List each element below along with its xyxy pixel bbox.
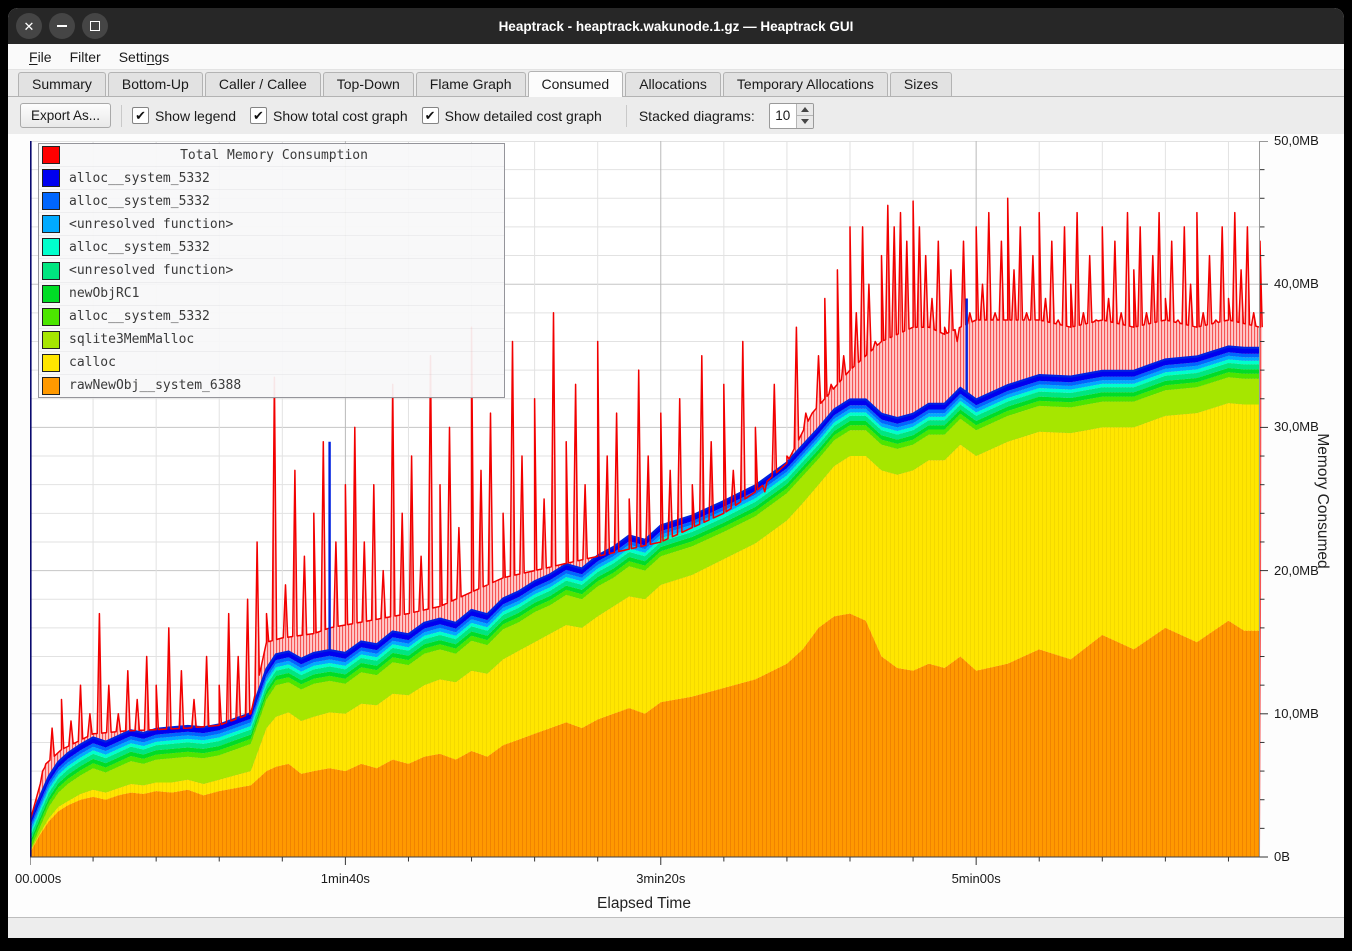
- minimize-icon: [57, 25, 67, 27]
- checkmark-icon: ✔: [250, 107, 267, 124]
- legend-label: Total Memory Consumption: [69, 148, 479, 163]
- legend-label: alloc__system_5332: [69, 309, 210, 324]
- stacked-diagrams-label: Stacked diagrams:: [639, 108, 755, 124]
- legend-swatch: [42, 377, 60, 395]
- legend-item: calloc: [39, 352, 504, 375]
- legend-item: <unresolved function>: [39, 259, 504, 282]
- checkmark-icon: ✔: [422, 107, 439, 124]
- legend-swatch: [42, 308, 60, 326]
- legend-item: sqlite3MemMalloc: [39, 329, 504, 352]
- show-legend-checkbox[interactable]: ✔ Show legend: [132, 107, 236, 124]
- spin-down-icon: [801, 119, 809, 124]
- legend-swatch: [42, 262, 60, 280]
- legend-swatch: [42, 331, 60, 349]
- legend-swatch: [42, 238, 60, 256]
- tab-top-down[interactable]: Top-Down: [323, 72, 414, 96]
- tab-sizes[interactable]: Sizes: [890, 72, 952, 96]
- spin-down-button[interactable]: [797, 116, 813, 128]
- checkbox-label: Show total cost graph: [273, 108, 408, 124]
- legend-label: <unresolved function>: [69, 217, 233, 232]
- y-axis-title: Memory Consumed: [1313, 433, 1331, 568]
- stacked-diagrams-spinbox[interactable]: 10: [769, 103, 814, 129]
- stacked-diagrams-value: 10: [770, 104, 796, 128]
- chart-legend: Total Memory Consumption alloc__system_53…: [38, 143, 505, 398]
- tab-allocations[interactable]: Allocations: [625, 72, 721, 96]
- tab-bar: SummaryBottom-UpCaller / CalleeTop-DownF…: [8, 70, 1344, 97]
- titlebar: Heaptrack - heaptrack.wakunode.1.gz — He…: [8, 8, 1344, 44]
- legend-swatch: [42, 192, 60, 210]
- tab-consumed[interactable]: Consumed: [528, 71, 624, 97]
- toolbar-separator: [121, 105, 122, 127]
- legend-label: alloc__system_5332: [69, 171, 210, 186]
- maximize-icon: [90, 21, 100, 31]
- minimize-button[interactable]: [49, 13, 75, 39]
- legend-label: rawNewObj__system_6388: [69, 378, 241, 393]
- maximize-button[interactable]: [82, 13, 108, 39]
- window-buttons: ✕: [16, 13, 108, 39]
- spin-up-icon: [801, 107, 809, 112]
- legend-item: <unresolved function>: [39, 213, 504, 236]
- legend-swatch: [42, 215, 60, 233]
- legend-item: alloc__system_5332: [39, 306, 504, 329]
- menu-item-file[interactable]: File: [20, 47, 61, 67]
- tab-temporary-allocations[interactable]: Temporary Allocations: [723, 72, 888, 96]
- legend-label: alloc__system_5332: [69, 194, 210, 209]
- y-axis-tick-label: 10,0MB: [1274, 706, 1319, 722]
- x-axis-tick-label: 3min20s: [616, 871, 706, 886]
- y-axis-tick-label: 50,0MB: [1274, 133, 1319, 149]
- y-axis-tick-label: 40,0MB: [1274, 276, 1319, 292]
- heaptrack-window: Heaptrack - heaptrack.wakunode.1.gz — He…: [8, 8, 1344, 938]
- legend-label: sqlite3MemMalloc: [69, 332, 194, 347]
- legend-swatch: [42, 354, 60, 372]
- tab-bottom-up[interactable]: Bottom-Up: [108, 72, 203, 96]
- show-detailed-cost-graph-checkbox[interactable]: ✔ Show detailed cost graph: [422, 107, 602, 124]
- checkbox-group: ✔ Show legend ✔ Show total cost graph ✔ Show …: [132, 107, 616, 124]
- x-axis-title: Elapsed Time: [597, 895, 691, 913]
- y-axis-tick-label: 0B: [1274, 849, 1290, 865]
- x-axis-tick-label: 5min00s: [931, 871, 1021, 886]
- legend-label: alloc__system_5332: [69, 240, 210, 255]
- legend-swatch: [42, 169, 60, 187]
- consumed-chart: 0B10,0MB20,0MB30,0MB40,0MB50,0MB00.000s1…: [8, 134, 1344, 917]
- menubar: FileFilterSettings: [8, 44, 1344, 70]
- window-title: Heaptrack - heaptrack.wakunode.1.gz — He…: [8, 19, 1344, 34]
- legend-label: <unresolved function>: [69, 263, 233, 278]
- legend-item: rawNewObj__system_6388: [39, 375, 504, 397]
- desktop: { "window": { "title": "Heaptrack - heap…: [0, 0, 1352, 951]
- menu-item-filter[interactable]: Filter: [61, 47, 110, 67]
- spin-up-button[interactable]: [797, 104, 813, 117]
- legend-item: alloc__system_5332: [39, 167, 504, 190]
- legend-item: newObjRC1: [39, 283, 504, 306]
- legend-title-row: Total Memory Consumption: [39, 144, 504, 167]
- legend-label: newObjRC1: [69, 286, 139, 301]
- close-icon: ✕: [24, 20, 35, 33]
- checkbox-label: Show legend: [155, 108, 236, 124]
- checkmark-icon: ✔: [132, 107, 149, 124]
- close-button[interactable]: ✕: [16, 13, 42, 39]
- legend-item: alloc__system_5332: [39, 190, 504, 213]
- export-as-button[interactable]: Export As...: [20, 103, 111, 128]
- checkbox-label: Show detailed cost graph: [445, 108, 602, 124]
- toolbar: Export As... ✔ Show legend ✔ Show total cos…: [8, 97, 1344, 134]
- tab-summary[interactable]: Summary: [18, 72, 106, 96]
- toolbar-separator: [626, 105, 627, 127]
- legend-label: calloc: [69, 355, 116, 370]
- x-axis-tick-label: 1min40s: [300, 871, 390, 886]
- tab-caller-callee[interactable]: Caller / Callee: [205, 72, 321, 96]
- show-total-cost-graph-checkbox[interactable]: ✔ Show total cost graph: [250, 107, 408, 124]
- menu-item-settings[interactable]: Settings: [110, 47, 179, 67]
- legend-swatch: [42, 146, 60, 164]
- window-bottom-strip: [8, 917, 1344, 938]
- tab-flame-graph[interactable]: Flame Graph: [416, 72, 526, 96]
- x-axis-tick-label: 00.000s: [15, 871, 61, 886]
- legend-item: alloc__system_5332: [39, 236, 504, 259]
- legend-swatch: [42, 285, 60, 303]
- spinner-buttons: [796, 104, 813, 128]
